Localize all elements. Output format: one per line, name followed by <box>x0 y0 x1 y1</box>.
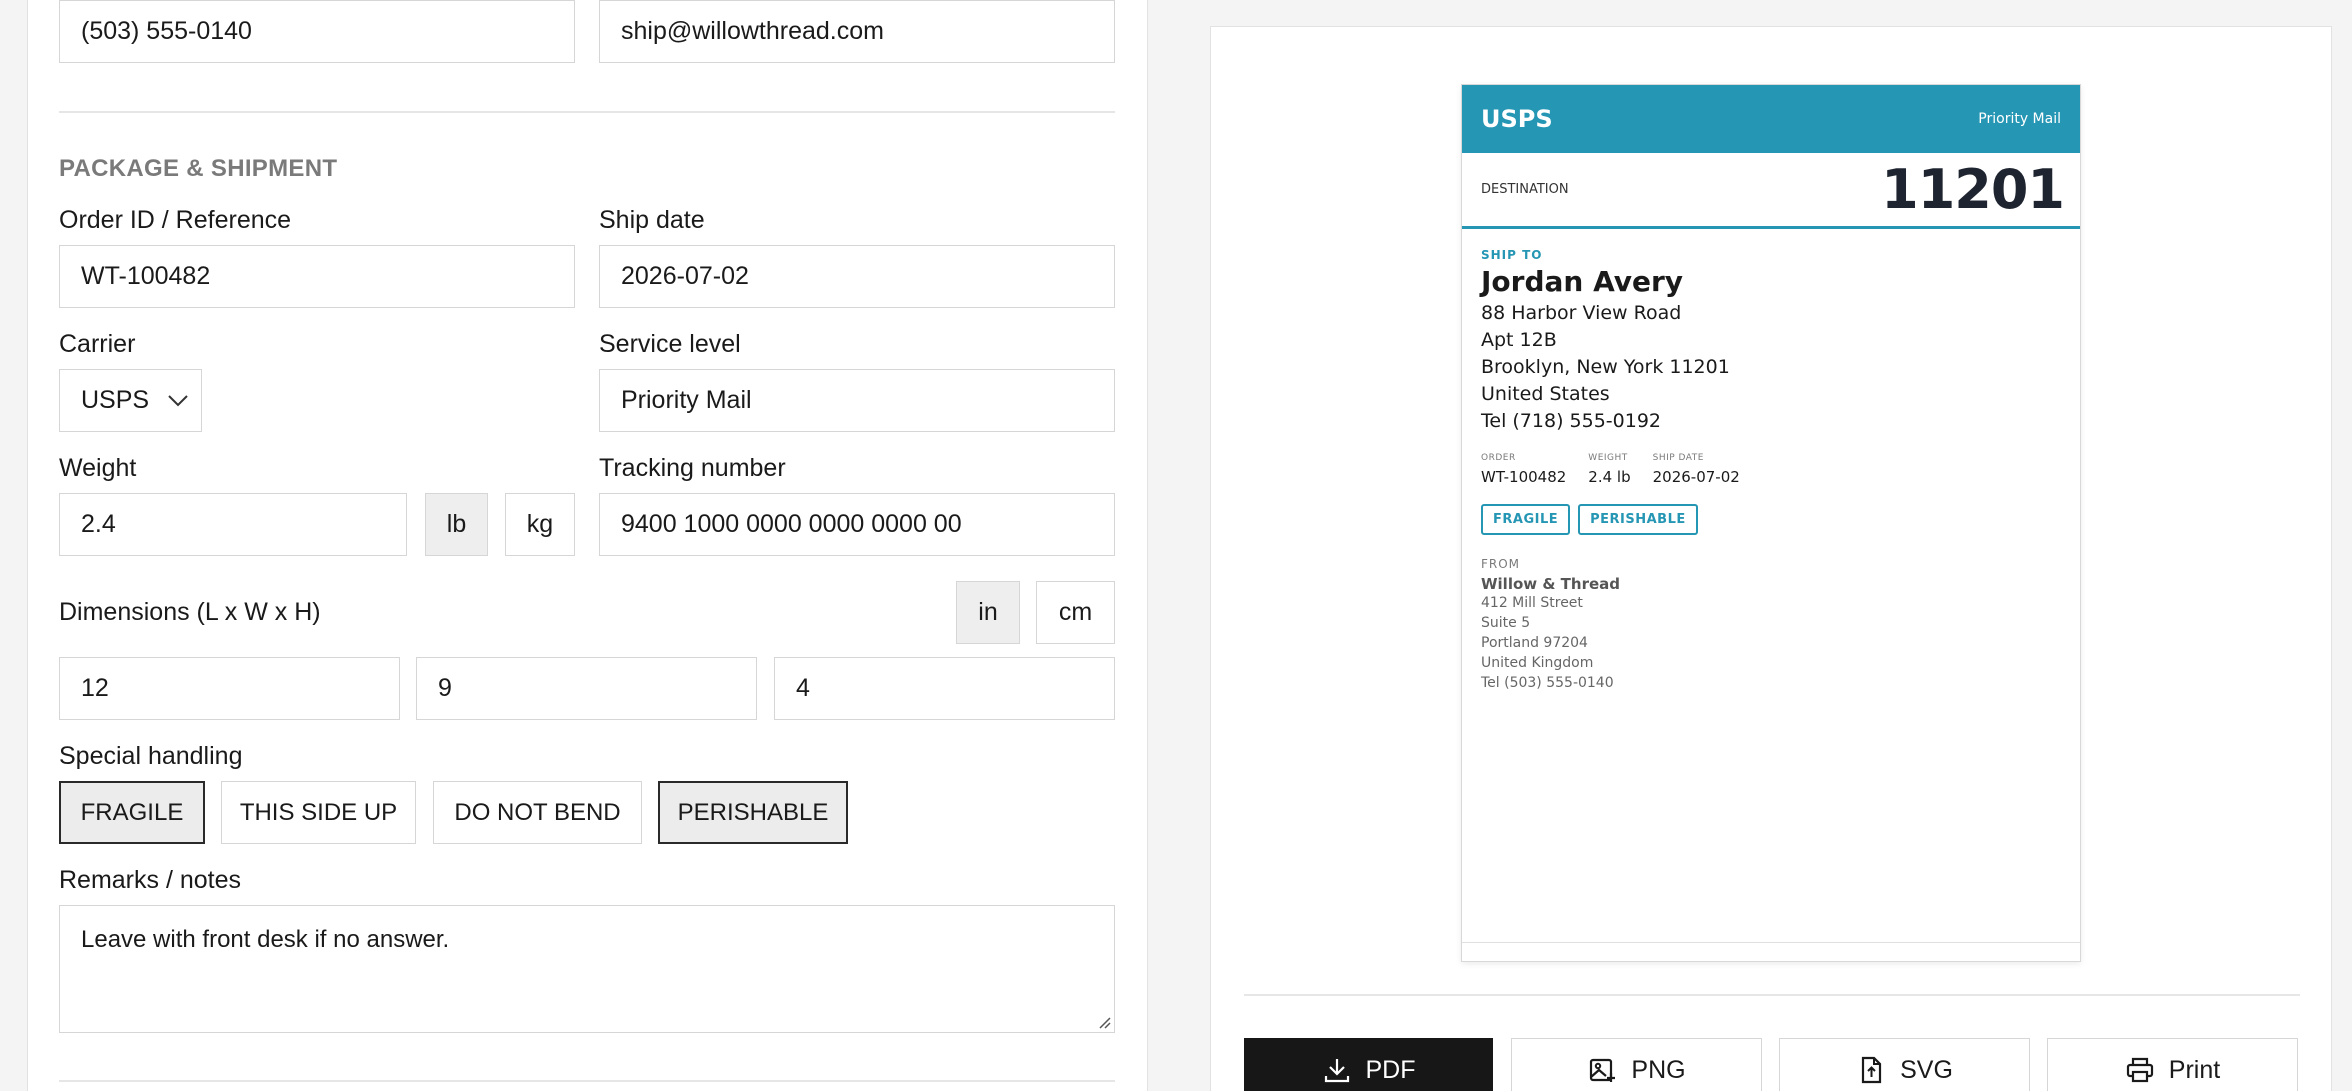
sender-address: 412 Mill Street Suite 5 Portland 97204 U… <box>1481 593 2061 693</box>
address-line: Apt 12B <box>1481 329 1557 351</box>
service-value: Priority Mail <box>621 386 752 414</box>
label-tags: FRAGILE PERISHABLE <box>1481 504 2061 535</box>
printer-icon <box>2126 1057 2153 1083</box>
carrier-value: USPS <box>81 386 150 414</box>
weight-unit-kg[interactable]: kg <box>505 493 575 556</box>
export-svg-label: SVG <box>1900 1055 1953 1084</box>
remarks-label: Remarks / notes <box>59 866 242 894</box>
handling-perishable[interactable]: PERISHABLE <box>658 781 848 844</box>
section-divider-bottom <box>59 1080 1115 1082</box>
label-destination: DESTINATION 11201 <box>1462 153 2080 229</box>
weight-label: Weight <box>59 454 137 482</box>
label-carrier: USPS <box>1481 105 1553 133</box>
carrier-select[interactable]: USPS <box>59 369 202 432</box>
weight-input[interactable]: 2.4 <box>59 493 407 556</box>
address-line: United States <box>1481 383 1610 405</box>
sender-name: Willow & Thread <box>1481 575 1620 593</box>
email-value: ship@willowthread.com <box>621 17 884 45</box>
service-input[interactable]: Priority Mail <box>599 369 1115 432</box>
ship-date-label: Ship date <box>599 206 705 234</box>
sender-line: United Kingdom <box>1481 655 1594 671</box>
address-line: Brooklyn, New York 11201 <box>1481 356 1730 378</box>
address-line: 88 Harbor View Road <box>1481 302 1682 324</box>
dim-length-input[interactable]: 12 <box>59 657 400 720</box>
tracking-label: Tracking number <box>599 454 786 482</box>
meta-date-value: 2026-07-02 <box>1652 468 1740 486</box>
from-label: FROM <box>1481 557 1521 571</box>
dim-height-value: 4 <box>796 674 810 702</box>
export-pdf-button[interactable]: PDF <box>1244 1038 1493 1091</box>
label-tag: PERISHABLE <box>1578 504 1698 535</box>
print-button[interactable]: Print <box>2047 1038 2298 1091</box>
dim-width-value: 9 <box>438 674 452 702</box>
export-png-button[interactable]: PNG <box>1511 1038 1762 1091</box>
address-line: Tel (718) 555-0192 <box>1481 410 1661 432</box>
ship-date-input[interactable]: 2026-07-02 <box>599 245 1115 308</box>
download-icon <box>1324 1059 1349 1083</box>
ship-date-value: 2026-07-02 <box>621 262 749 290</box>
order-input[interactable]: WT-100482 <box>59 245 575 308</box>
sender-line: Suite 5 <box>1481 615 1531 631</box>
label-footer-line <box>1462 942 2080 943</box>
destination-zip: 11201 <box>1881 158 2065 221</box>
meta-order-key: ORDER <box>1481 453 1516 463</box>
tracking-value: 9400 1000 0000 0000 0000 00 <box>621 510 962 538</box>
image-icon <box>1590 1058 1616 1082</box>
label-tag: FRAGILE <box>1481 504 1571 535</box>
chevron-down-icon <box>168 394 188 406</box>
tracking-input[interactable]: 9400 1000 0000 0000 0000 00 <box>599 493 1115 556</box>
label-header: USPS Priority Mail <box>1462 85 2080 153</box>
dim-unit-cm[interactable]: cm <box>1036 581 1115 644</box>
phone-input[interactable]: (503) 555-0140 <box>59 0 575 63</box>
meta-weight-key: WEIGHT <box>1588 453 1628 463</box>
email-input[interactable]: ship@willowthread.com <box>599 0 1115 63</box>
section-title: PACKAGE & SHIPMENT <box>59 155 338 182</box>
dim-length-value: 12 <box>81 674 109 702</box>
remarks-textarea[interactable]: Leave with front desk if no answer. <box>59 905 1115 1033</box>
shipping-label-preview: USPS Priority Mail DESTINATION 11201 SHI… <box>1461 84 2081 962</box>
order-label: Order ID / Reference <box>59 206 292 234</box>
file-icon <box>1861 1056 1882 1084</box>
handling-this-side-up[interactable]: THIS SIDE UP <box>221 781 416 844</box>
order-value: WT-100482 <box>81 262 211 290</box>
weight-value: 2.4 <box>81 510 116 538</box>
destination-label: DESTINATION <box>1481 182 1569 197</box>
dim-unit-in[interactable]: in <box>956 581 1020 644</box>
resize-grip-icon[interactable] <box>1097 1015 1111 1029</box>
handling-fragile[interactable]: FRAGILE <box>59 781 205 844</box>
ship-to-label: SHIP TO <box>1481 248 1543 262</box>
handling-label: Special handling <box>59 742 243 770</box>
meta-date-key: SHIP DATE <box>1652 453 1704 463</box>
remarks-value: Leave with front desk if no answer. <box>81 926 450 953</box>
export-svg-button[interactable]: SVG <box>1779 1038 2030 1091</box>
sender-line: Tel (503) 555-0140 <box>1481 675 1614 691</box>
section-divider <box>59 111 1115 113</box>
dimensions-label: Dimensions (L x W x H) <box>59 598 321 626</box>
service-label: Service level <box>599 330 741 358</box>
sender-line: Portland 97204 <box>1481 635 1588 651</box>
export-png-label: PNG <box>1631 1055 1686 1084</box>
export-pdf-label: PDF <box>1365 1055 1416 1084</box>
recipient-name: Jordan Avery <box>1481 265 1684 298</box>
handling-do-not-bend[interactable]: DO NOT BEND <box>433 781 642 844</box>
meta-weight-value: 2.4 lb <box>1588 468 1631 486</box>
recipient-address: 88 Harbor View Road Apt 12B Brooklyn, Ne… <box>1481 300 2061 435</box>
print-label: Print <box>2168 1055 2221 1084</box>
label-service: Priority Mail <box>1978 111 2061 127</box>
phone-value: (503) 555-0140 <box>81 17 252 45</box>
meta-order-value: WT-100482 <box>1481 468 1567 486</box>
label-meta: ORDER WT-100482 WEIGHT 2.4 lb SHIP DATE 202… <box>1481 453 2061 486</box>
dim-height-input[interactable]: 4 <box>774 657 1115 720</box>
preview-divider <box>1244 994 2300 996</box>
sender-line: 412 Mill Street <box>1481 595 1583 611</box>
weight-unit-lb[interactable]: lb <box>425 493 488 556</box>
dim-width-input[interactable]: 9 <box>416 657 757 720</box>
carrier-label: Carrier <box>59 330 136 358</box>
